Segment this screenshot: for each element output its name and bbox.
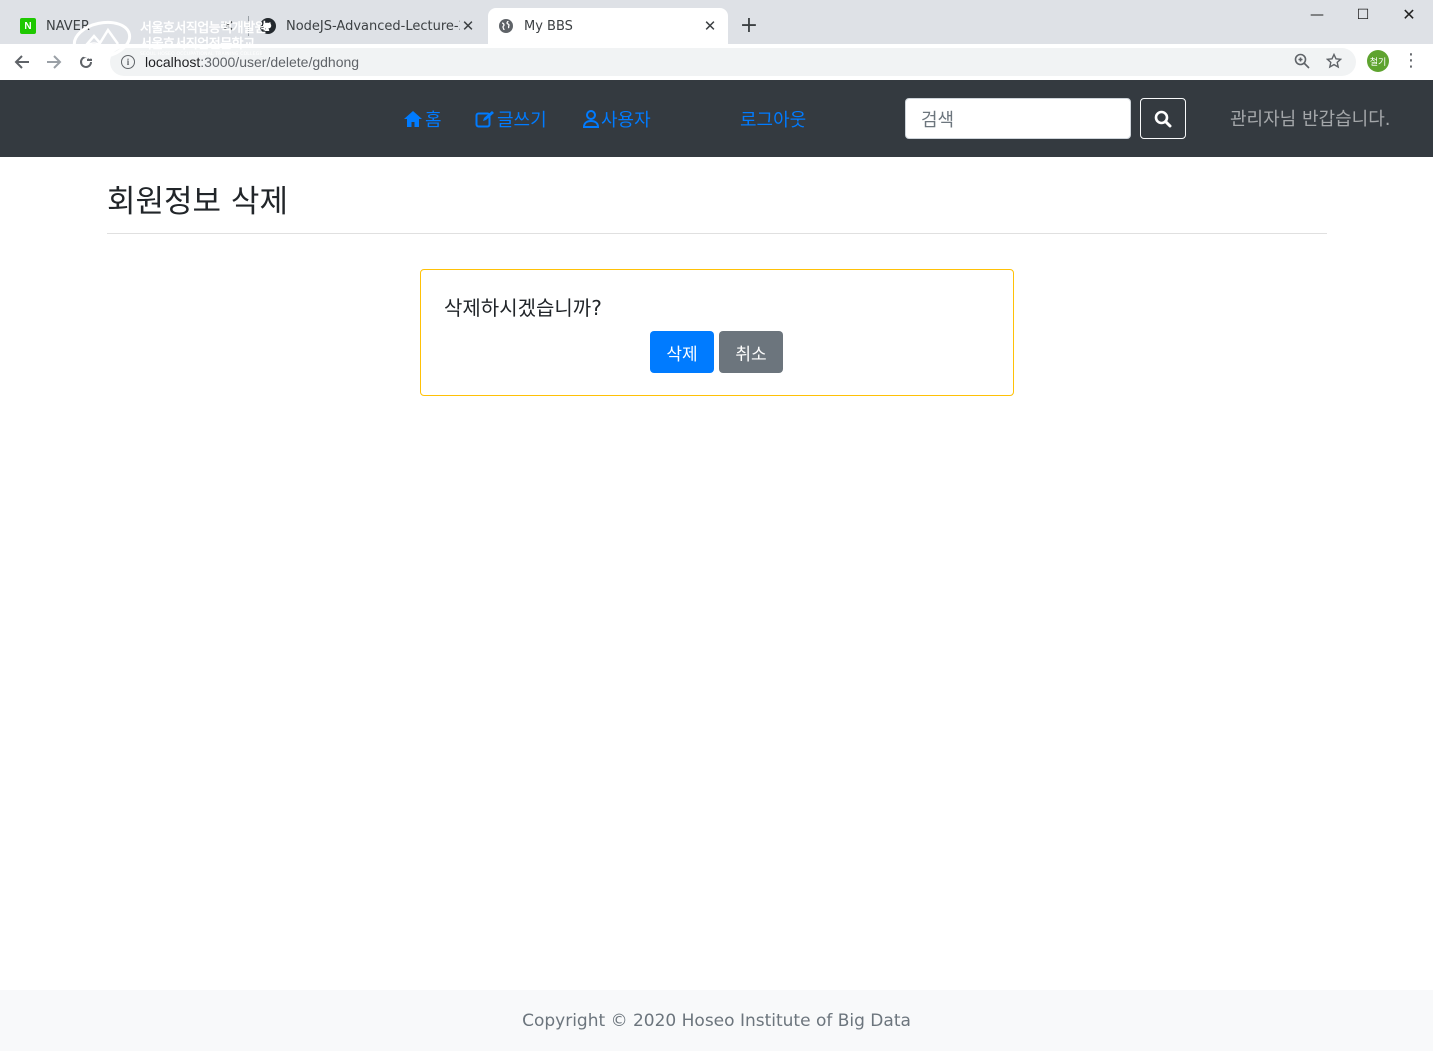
new-tab-button[interactable]: + [738, 12, 760, 40]
zoom-icon[interactable] [1294, 53, 1310, 73]
page-title: 회원정보 삭제 [107, 184, 288, 220]
globe-favicon-icon [498, 18, 514, 34]
address-bar[interactable]: i localhost:3000/user/delete/gdhong [110, 48, 1356, 76]
search-input[interactable]: 검색 [905, 98, 1131, 139]
nav-home-link[interactable]: 홈 [403, 106, 442, 132]
nav-users-link[interactable]: 사용자 [583, 106, 651, 132]
copyright-text: Copyright © 2020 Hoseo Institute of Big … [522, 1010, 911, 1031]
maximize-window-icon[interactable]: ☐ [1340, 0, 1386, 30]
close-tab-icon[interactable]: ✕ [702, 17, 718, 35]
delete-confirm-card: 삭제하시겠습니까? 삭제 취소 [420, 269, 1014, 396]
college-logo[interactable]: 서울호서직업능력개발원 서울호서직업전문학교 SEOUL HOSEO OCCUP… [72, 14, 267, 62]
cancel-button[interactable]: 취소 [719, 331, 783, 373]
close-tab-icon[interactable]: ✕ [460, 17, 476, 35]
forward-arrow-icon[interactable] [40, 48, 68, 76]
profile-avatar[interactable]: 철기 [1367, 50, 1389, 72]
title-divider [107, 233, 1327, 234]
home-icon [404, 111, 422, 127]
tab-my-bbs[interactable]: My BBS ✕ [488, 8, 728, 44]
edit-icon [475, 111, 494, 128]
search-button[interactable] [1140, 98, 1186, 139]
nav-logout-link[interactable]: 로그아웃 [740, 106, 806, 132]
search-icon [1154, 110, 1172, 127]
close-window-icon[interactable]: ✕ [1386, 0, 1432, 30]
page-footer: Copyright © 2020 Hoseo Institute of Big … [0, 990, 1433, 1051]
welcome-message: 관리자님 반갑습니다. [1230, 109, 1391, 130]
nav-write-link[interactable]: 글쓰기 [475, 106, 547, 132]
browser-menu-icon[interactable]: ⋮ [1402, 48, 1420, 74]
user-icon [583, 110, 599, 128]
confirm-message: 삭제하시겠습니까? [444, 296, 602, 320]
delete-button[interactable]: 삭제 [650, 331, 714, 373]
naver-favicon-icon: N [20, 18, 36, 34]
tab-github[interactable]: NodeJS-Advanced-Lecture-2020 ✕ [250, 8, 486, 44]
site-navbar [0, 80, 1433, 157]
back-arrow-icon[interactable] [8, 48, 36, 76]
bookmark-star-icon[interactable] [1325, 52, 1343, 73]
minimize-window-icon[interactable]: — [1294, 0, 1340, 30]
